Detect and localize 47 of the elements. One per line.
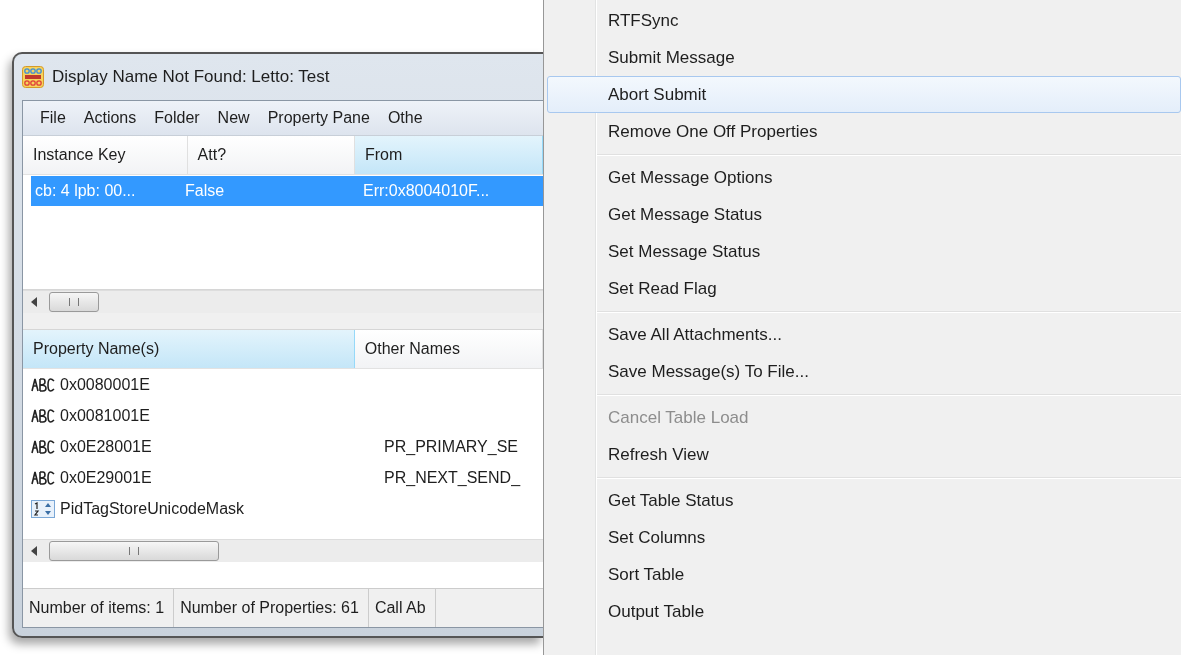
- menu-item[interactable]: Submit Message: [547, 39, 1181, 76]
- column-header[interactable]: From: [355, 136, 543, 174]
- table-cell-text: cb: 4 lpb: 00...: [34, 182, 137, 200]
- menu-bar-item[interactable]: File: [31, 109, 75, 127]
- horizontal-scrollbar[interactable]: [23, 290, 543, 313]
- menu-item[interactable]: Abort Submit: [547, 76, 1181, 113]
- status-text: Call Ab: [368, 589, 436, 627]
- table-cell-text: 0x0E28001E: [60, 437, 153, 456]
- menu-item[interactable]: Set Read Flag: [547, 270, 1181, 307]
- status-text: Number of items: 1: [23, 589, 175, 627]
- table-cell: PR_PRIMARY_SE: [384, 437, 518, 456]
- menu-item[interactable]: Sort Table: [547, 556, 1181, 593]
- string-type-icon: [31, 438, 55, 455]
- status-text: Number of Properties: 61: [174, 589, 369, 627]
- menu-bar-item[interactable]: Property Pane: [258, 109, 379, 127]
- table-cell-text: 0x0E29001E: [60, 468, 153, 487]
- menu-item[interactable]: Save All Attachments...: [547, 316, 1181, 353]
- menu-item[interactable]: Get Message Options: [547, 159, 1181, 196]
- menu-bar-item[interactable]: New: [208, 109, 259, 127]
- menu-item[interactable]: Get Message Status: [547, 196, 1181, 233]
- menu-item[interactable]: RTFSync: [547, 2, 1181, 39]
- menu-item[interactable]: Set Message Status: [547, 233, 1181, 270]
- table-cell-text: Err:0x8004010F...: [362, 182, 491, 200]
- table-cell: PR_NEXT_SEND_: [384, 468, 521, 487]
- column-header[interactable]: Property Name(s): [23, 330, 355, 368]
- horizontal-scrollbar[interactable]: [23, 539, 543, 562]
- window-title: Display Name Not Found: Letto: Test: [52, 67, 330, 87]
- table-cell-text: 0x0081001E: [60, 406, 151, 425]
- string-type-icon: [31, 469, 55, 486]
- app-logo-icon: [22, 66, 44, 88]
- table-cell-text: False: [184, 182, 226, 200]
- table-cell-text: PidTagStoreUnicodeMask: [60, 499, 246, 518]
- menu-bar-item[interactable]: Folder: [145, 109, 209, 127]
- menu-item[interactable]: Output Table: [547, 593, 1181, 630]
- menu-item[interactable]: Save Message(s) To File...: [547, 353, 1181, 390]
- string-type-icon: [31, 407, 55, 424]
- menu-item[interactable]: Remove One Off Properties: [547, 113, 1181, 150]
- string-type-icon: [31, 376, 55, 393]
- menu-bar-item[interactable]: Othe: [378, 109, 432, 127]
- table-cell-text: 0x0080001E: [60, 375, 151, 394]
- menu-item[interactable]: Refresh View: [547, 436, 1181, 473]
- numeric-type-icon: [31, 499, 55, 518]
- splitter-bar[interactable]: [23, 313, 543, 330]
- menu-item[interactable]: Get Table Status: [547, 482, 1181, 519]
- menu-bar-item[interactable]: Actions: [74, 109, 146, 127]
- menu-item[interactable]: Set Columns: [547, 519, 1181, 556]
- column-header[interactable]: Instance Key: [23, 136, 188, 174]
